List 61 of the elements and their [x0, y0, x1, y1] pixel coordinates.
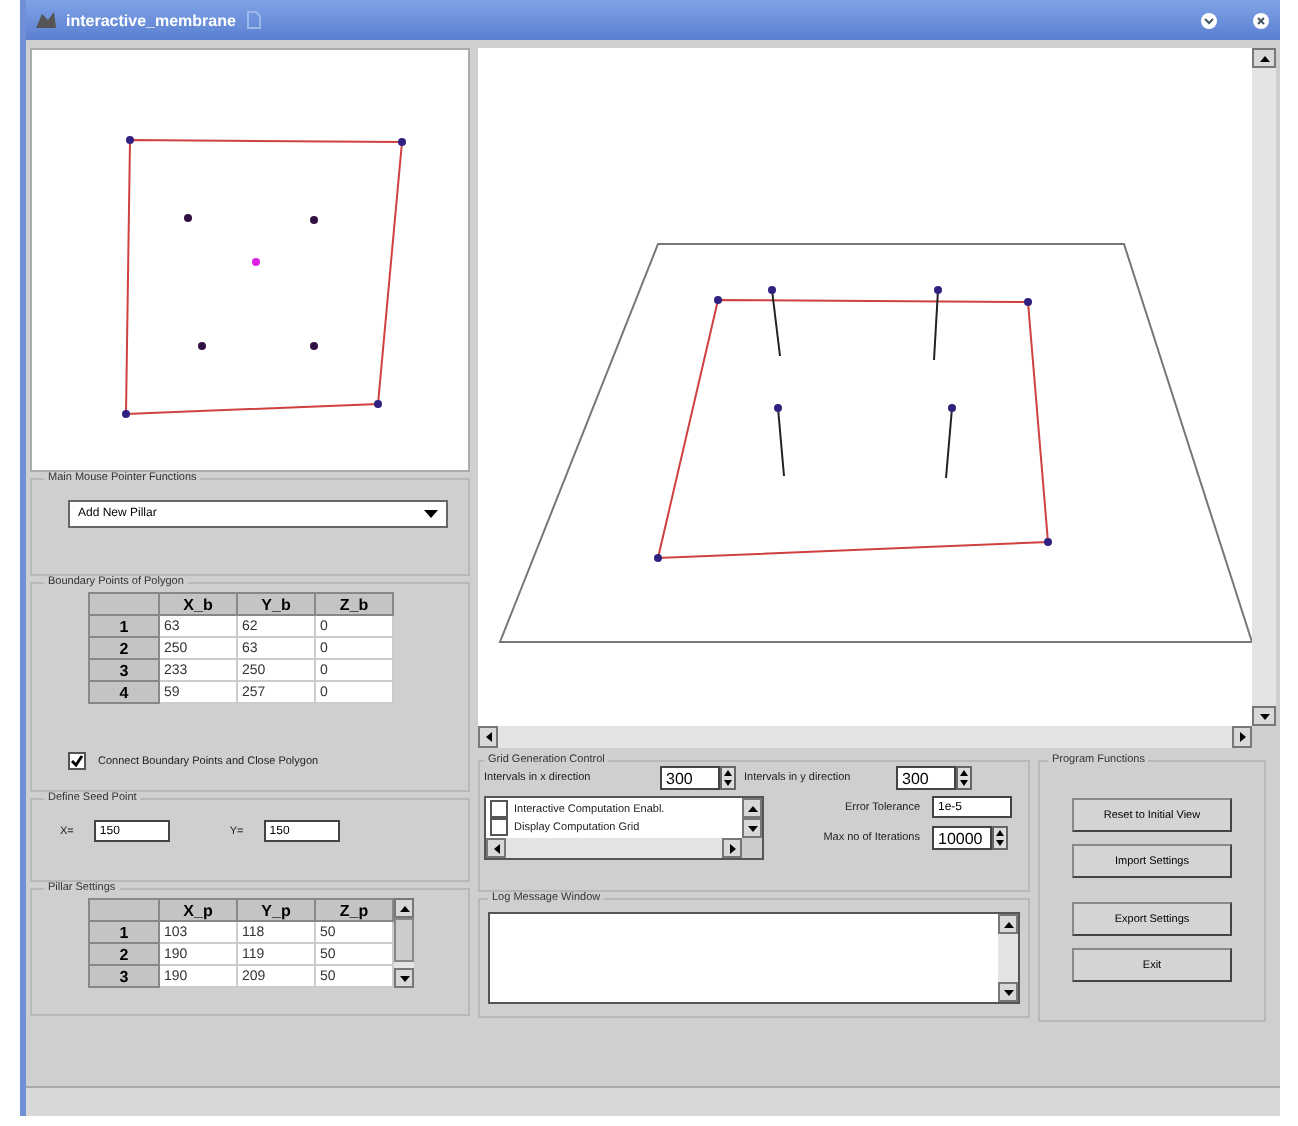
- scroll-left-icon[interactable]: [493, 843, 499, 853]
- row-header: 3: [89, 965, 159, 987]
- spin-buttons[interactable]: [956, 766, 972, 790]
- column-header: Z_b: [315, 593, 393, 615]
- pillar-point: [310, 216, 318, 224]
- scrollbar[interactable]: [394, 898, 414, 988]
- scroll-up-icon[interactable]: [399, 905, 409, 911]
- pillar: [774, 404, 785, 477]
- scroll-up-icon[interactable]: [1259, 55, 1269, 61]
- column-header: Y_p: [237, 899, 315, 921]
- pillar: [933, 286, 942, 361]
- spin-field[interactable]: 300: [660, 766, 720, 790]
- scroll-down-icon[interactable]: [747, 825, 757, 831]
- scroll-down-icon[interactable]: [1003, 989, 1013, 995]
- spin-field[interactable]: 300: [896, 766, 956, 790]
- row-header: 4: [89, 681, 159, 703]
- seed-point: [252, 258, 260, 266]
- close-button[interactable]: [1248, 8, 1272, 32]
- boundary-point: [1024, 298, 1032, 306]
- scroll-down-icon[interactable]: [399, 975, 409, 981]
- row-header: 3: [89, 659, 159, 681]
- row-header: 2: [89, 637, 159, 659]
- document-icon: [243, 10, 264, 30]
- spin-field[interactable]: 10000: [932, 826, 992, 850]
- boundary-point: [126, 136, 134, 144]
- pillar: [768, 286, 781, 357]
- pillar-point: [310, 342, 318, 350]
- boundary-point: [122, 410, 130, 418]
- window-title: interactive_membrane: [66, 11, 236, 29]
- scroll-right-icon[interactable]: [729, 843, 735, 853]
- scroll-up-icon[interactable]: [1003, 921, 1013, 927]
- checkbox[interactable]: [490, 800, 508, 818]
- dropdown-arrow-icon: [424, 510, 438, 518]
- checkbox[interactable]: [490, 818, 508, 836]
- boundary-point: [1044, 538, 1052, 546]
- scrollbar[interactable]: [1252, 48, 1276, 726]
- pillar-point: [198, 342, 206, 350]
- row-header: 1: [89, 921, 159, 943]
- column-header: X_p: [159, 899, 237, 921]
- spin-buttons[interactable]: [992, 826, 1008, 850]
- pillar: [945, 404, 956, 479]
- spin-buttons[interactable]: [720, 766, 736, 790]
- pillar-point: [184, 214, 192, 222]
- collapse-button[interactable]: [1196, 8, 1220, 32]
- scroll-up-icon[interactable]: [747, 805, 757, 811]
- log-text-area[interactable]: [488, 912, 1020, 1004]
- row-header: 1: [89, 615, 159, 637]
- row-header: 2: [89, 943, 159, 965]
- column-header: X_b: [159, 593, 237, 615]
- scrollbar[interactable]: [478, 726, 1252, 748]
- boundary-point: [654, 554, 662, 562]
- scroll-left-icon[interactable]: [485, 732, 491, 742]
- scroll-right-icon[interactable]: [1239, 732, 1245, 742]
- column-header: Z_p: [315, 899, 393, 921]
- app-icon: [34, 10, 58, 30]
- boundary-point: [374, 400, 382, 408]
- checkbox[interactable]: [68, 752, 86, 770]
- boundary-point: [398, 138, 406, 146]
- scroll-down-icon[interactable]: [1259, 713, 1269, 719]
- boundary-point: [714, 296, 722, 304]
- column-header: Y_b: [237, 593, 315, 615]
